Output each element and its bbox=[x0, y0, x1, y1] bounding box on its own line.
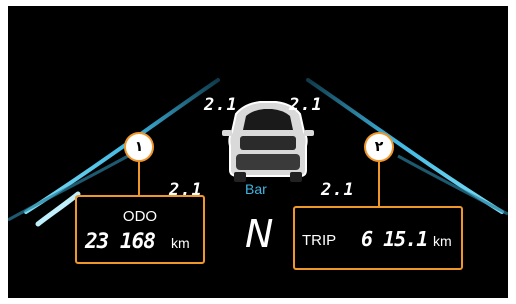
odometer-unit: km bbox=[171, 235, 190, 251]
tire-pressure-rear-left: 2.1 bbox=[204, 95, 238, 115]
odometer-box: ODO 23 168 km bbox=[75, 195, 205, 264]
callout-marker-2: ٢ bbox=[364, 132, 394, 162]
trip-label: TRIP bbox=[302, 232, 337, 249]
odometer-title: ODO bbox=[122, 208, 158, 225]
callout-leader-2 bbox=[378, 162, 380, 206]
tire-pressure-front-right: 2.1 bbox=[321, 180, 355, 200]
tire-pressure-rear-right: 2.1 bbox=[289, 95, 323, 115]
callout-leader-1 bbox=[138, 162, 140, 196]
callout-marker-1: ١ bbox=[124, 132, 154, 162]
trip-value: 6 15.1 bbox=[361, 227, 428, 251]
instrument-cluster-display: 2.1 2.1 2.1 2.1 Bar ١ ٢ ODO 23 168 km N … bbox=[8, 6, 508, 298]
trip-unit: km bbox=[433, 233, 452, 249]
odometer-value: 23 168 bbox=[85, 229, 156, 253]
pressure-unit-label: Bar bbox=[245, 181, 267, 197]
trip-box: TRIP 6 15.1 km bbox=[293, 206, 463, 270]
gear-indicator: N bbox=[245, 212, 274, 256]
screenshot-frame: 2.1 2.1 2.1 2.1 Bar ١ ٢ ODO 23 168 km N … bbox=[0, 0, 516, 304]
